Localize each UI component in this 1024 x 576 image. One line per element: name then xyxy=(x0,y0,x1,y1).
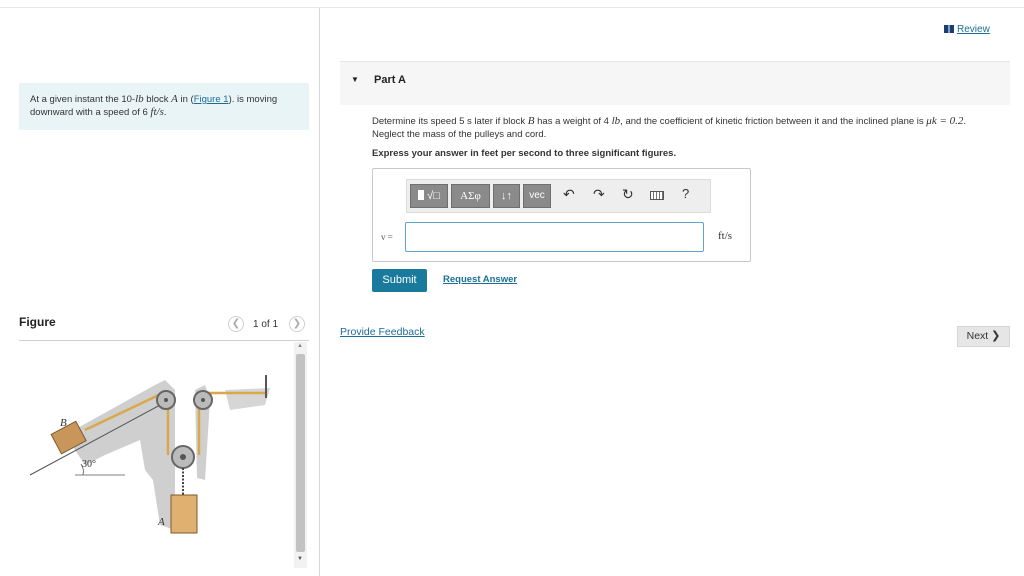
math-toolbar: √□ ΑΣφ ↓↑ vec ↶ ↷ ↻ ? xyxy=(406,179,711,213)
templates-button[interactable]: √□ xyxy=(410,184,448,208)
review-label: Review xyxy=(957,24,990,35)
pulley-figure: 30° B A xyxy=(29,375,270,534)
weight-unit: lb xyxy=(611,115,621,127)
answer-instruction: Express your answer in feet per second t… xyxy=(372,148,677,159)
answer-input[interactable] xyxy=(405,222,704,252)
part-title: Part A xyxy=(374,74,406,86)
answer-box: √□ ΑΣφ ↓↑ vec ↶ ↷ ↻ ? v = ft/s xyxy=(372,168,751,262)
vector-button[interactable]: vec xyxy=(523,184,551,208)
question-segment: , and the coefficient of kinetic frictio… xyxy=(620,116,927,127)
scroll-thumb[interactable] xyxy=(296,354,305,552)
block-name: A xyxy=(171,93,178,105)
block-a-label: A xyxy=(157,516,165,528)
book-icon xyxy=(944,25,954,33)
undo-icon[interactable]: ↶ xyxy=(563,186,575,203)
submit-button[interactable]: Submit xyxy=(372,269,427,292)
question-segment: has a weight of 4 xyxy=(534,116,612,127)
answer-unit: ft/s xyxy=(718,230,733,242)
problem-text: . xyxy=(163,107,167,118)
review-link[interactable]: Review xyxy=(944,24,990,35)
block-b-ref: B xyxy=(527,115,535,127)
pulley xyxy=(164,398,168,402)
arrows-button[interactable]: ↓↑ xyxy=(493,184,520,208)
figure-link[interactable]: Figure 1 xyxy=(194,94,229,105)
keyboard-icon[interactable] xyxy=(650,191,664,200)
figure-count: 1 of 1 xyxy=(253,319,279,330)
moving-pulley xyxy=(180,454,186,460)
question-segment: Determine its speed 5 s later if block xyxy=(372,116,528,127)
help-icon[interactable]: ? xyxy=(682,186,689,201)
provide-feedback-link[interactable]: Provide Feedback xyxy=(340,326,425,338)
rock-terrain xyxy=(225,388,270,410)
block-b-label: B xyxy=(60,417,67,429)
question-text: Determine its speed 5 s later if block B… xyxy=(372,115,992,141)
next-button[interactable]: Next ❯ xyxy=(957,326,1010,347)
previous-figure-button[interactable]: ❮ xyxy=(228,316,244,332)
angle-label: 30° xyxy=(82,459,96,470)
scroll-down-icon[interactable]: ▼ xyxy=(297,556,303,562)
top-border xyxy=(0,7,1024,8)
block-a xyxy=(170,494,198,534)
problem-text: block xyxy=(143,94,172,105)
figure-title: Figure xyxy=(19,315,56,329)
speed-unit: ft/s xyxy=(150,106,164,118)
friction-coefficient: μk = 0.2 xyxy=(926,115,964,127)
weight-unit: lb xyxy=(135,93,144,105)
square-icon xyxy=(418,190,425,200)
problem-text: At a given instant the 10- xyxy=(30,94,136,105)
greek-symbols-button[interactable]: ΑΣφ xyxy=(451,184,490,208)
pulley xyxy=(201,398,205,402)
reset-icon[interactable]: ↻ xyxy=(622,186,634,203)
scroll-up-icon[interactable]: ▲ xyxy=(297,343,303,349)
part-a-header[interactable]: ▼ Part A xyxy=(340,61,1010,105)
problem-text: in ( xyxy=(177,94,194,105)
collapse-caret-icon[interactable]: ▼ xyxy=(351,75,359,84)
redo-icon[interactable]: ↷ xyxy=(593,186,605,203)
figure-header: Figure ❮ 1 of 1 ❯ xyxy=(19,314,309,341)
answer-label: v = xyxy=(381,232,393,242)
figure-scrollbar[interactable]: ▲ ▼ xyxy=(294,342,307,568)
request-answer-link[interactable]: Request Answer xyxy=(443,274,517,285)
panel-divider xyxy=(319,8,320,576)
chevron-right-icon: ❯ xyxy=(991,330,1001,342)
templates-label: √□ xyxy=(427,190,440,202)
problem-statement: At a given instant the 10-lb block A in … xyxy=(19,83,309,130)
next-label: Next xyxy=(966,330,989,342)
next-figure-button[interactable]: ❯ xyxy=(289,316,305,332)
